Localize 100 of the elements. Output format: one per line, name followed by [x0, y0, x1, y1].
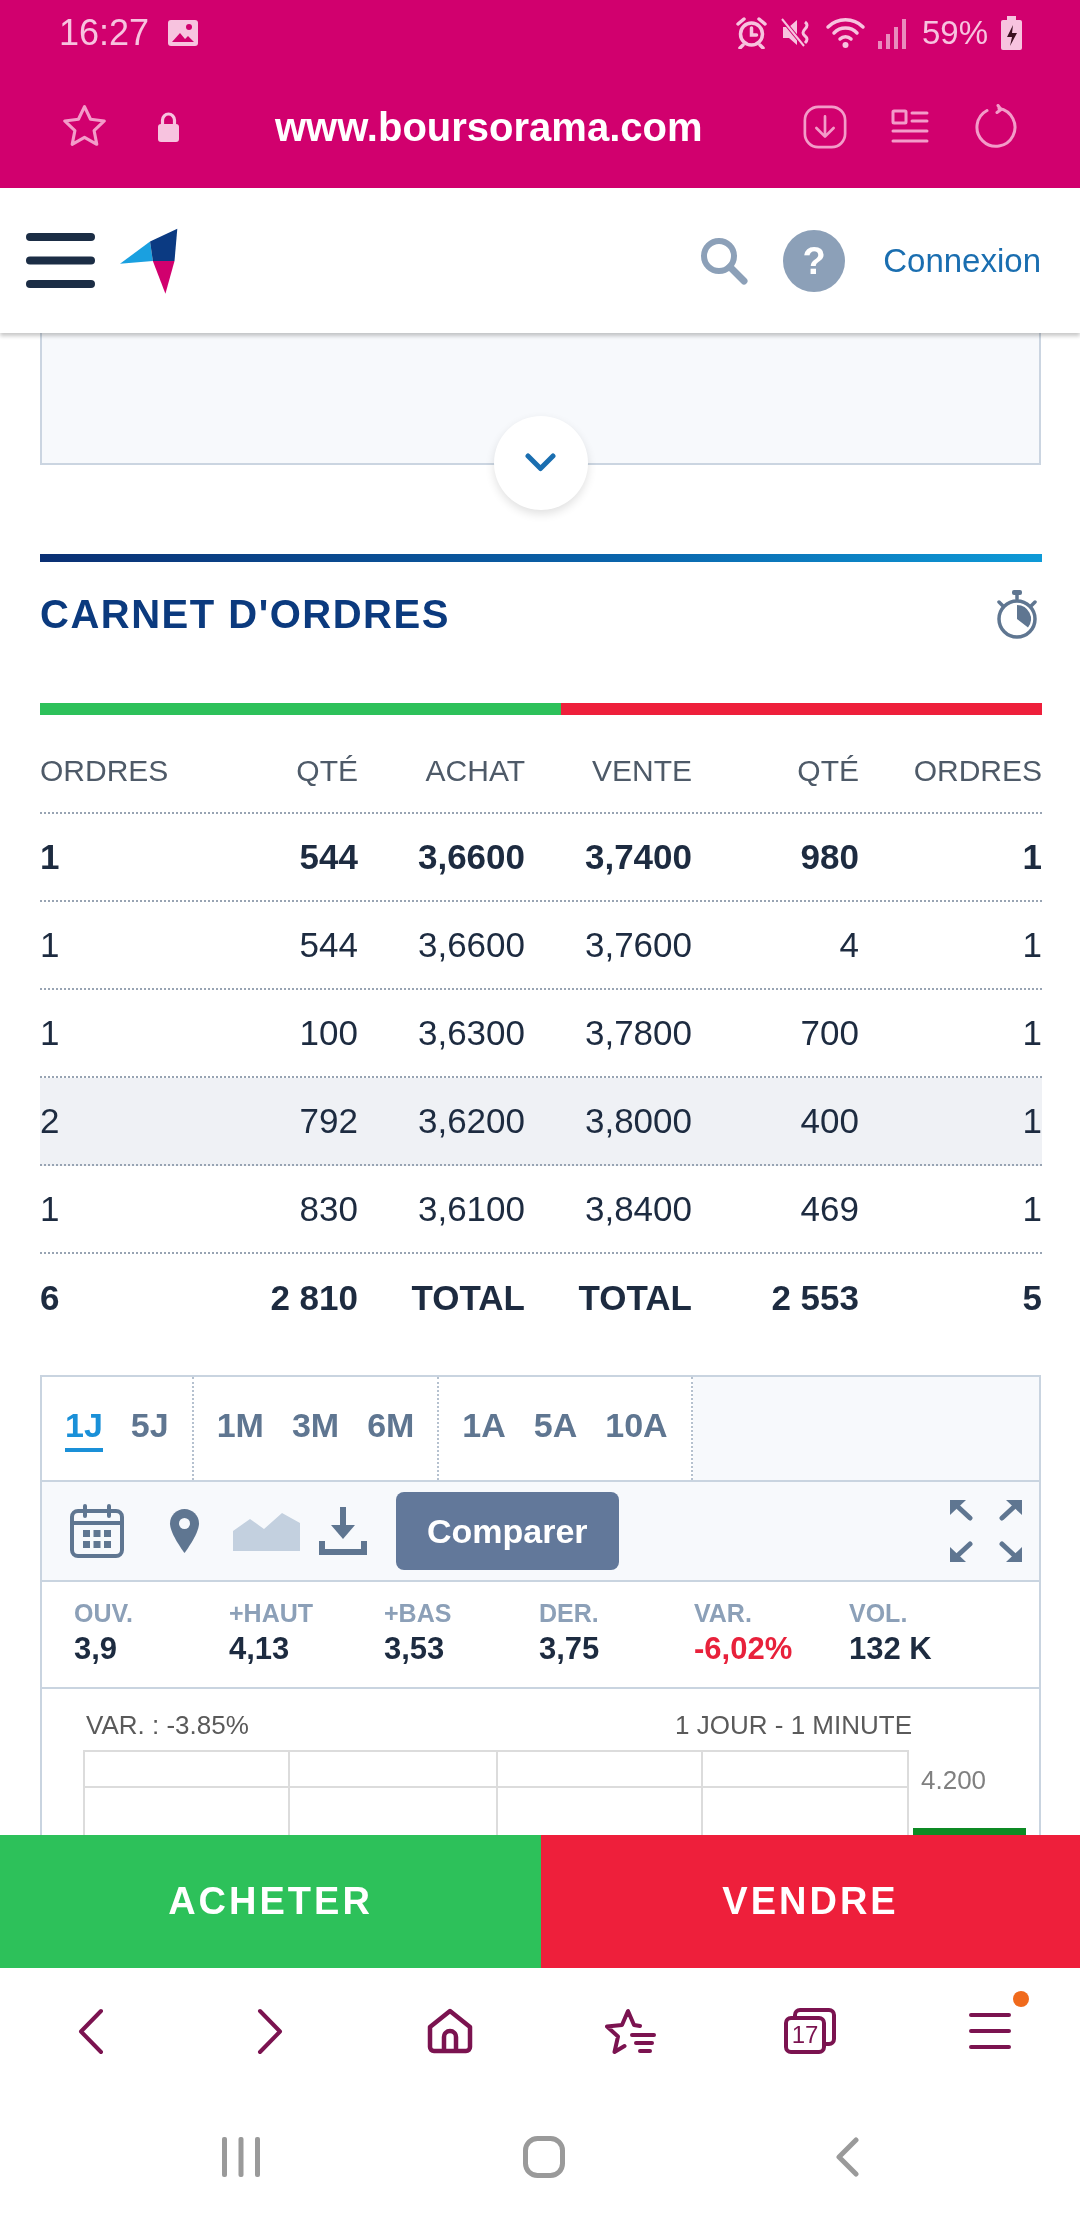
table-cell: 1 [40, 925, 60, 965]
period-tab[interactable]: 5J [130, 1377, 169, 1452]
table-cell: 3,6600 [417, 925, 525, 965]
table-cell: 3,6200 [417, 1101, 525, 1141]
alarm-icon [734, 16, 768, 49]
total-cell: 2 553 [771, 1278, 859, 1318]
table-cell: 3,8400 [584, 1189, 692, 1229]
table-cell: 3,7400 [584, 837, 692, 877]
stat-label: VOL. [849, 1598, 908, 1628]
column-header: ACHAT [425, 755, 525, 787]
table-cell: 1 [1022, 925, 1042, 965]
stat-label: +HAUT [229, 1598, 314, 1628]
buy-button[interactable]: ACHETER [0, 1835, 541, 1968]
column-header: ORDRES [913, 755, 1042, 787]
stat-value: 132 K [849, 1631, 932, 1667]
tabs-icon [784, 2008, 836, 2054]
table-cell: 4 [839, 925, 859, 965]
table-cell: 1 [1022, 837, 1042, 877]
total-cell: 6 [40, 1278, 60, 1318]
reader-icon[interactable] [891, 108, 929, 145]
help-button[interactable]: ? [783, 229, 846, 292]
stat-value: -6,02% [694, 1631, 793, 1667]
period-tab[interactable]: 3M [291, 1377, 340, 1452]
period-tab[interactable]: 1J [65, 1377, 103, 1452]
stopwatch-icon[interactable] [995, 588, 1039, 640]
total-cell: TOTAL [411, 1278, 525, 1318]
period-tab[interactable]: 10A [605, 1377, 668, 1452]
tabs-button[interactable]: 17 [784, 2008, 836, 2054]
expand-arrows-icon[interactable] [948, 1499, 1024, 1563]
total-cell: TOTAL [578, 1278, 692, 1318]
table-cell: 792 [299, 1101, 358, 1141]
table-cell: 1 [1022, 1101, 1042, 1141]
period-tab[interactable]: 1M [216, 1377, 264, 1452]
variation-label: VAR. : -3.85% [86, 1711, 249, 1739]
stat-label: +BAS [384, 1598, 452, 1628]
column-header: QTÉ [296, 755, 358, 787]
table-cell: 1 [1022, 1189, 1042, 1229]
table-cell: 1 [40, 1013, 60, 1053]
image-icon [167, 18, 200, 47]
table-cell: 3,6300 [417, 1013, 525, 1053]
stat-label: OUV. [74, 1598, 133, 1628]
total-cell: 2 810 [270, 1278, 358, 1318]
period-tab[interactable]: 6M [367, 1377, 415, 1452]
interval-label: 1 JOUR - 1 MINUTE [675, 1711, 912, 1739]
column-header: VENTE [591, 755, 692, 787]
table-cell: 3,7600 [584, 925, 692, 965]
table-cell: 544 [299, 837, 358, 877]
axis-tick-label: 4.200 [921, 1766, 987, 1794]
calendar-icon[interactable] [69, 1503, 125, 1559]
stat-label: VAR. [694, 1598, 752, 1628]
table-cell: 3,8000 [584, 1101, 692, 1141]
table-cell: 3,7800 [584, 1013, 692, 1053]
battery-percent: 59% [921, 12, 988, 53]
table-cell: 400 [800, 1101, 859, 1141]
recent-apps-icon[interactable] [221, 2137, 260, 2177]
menu-icon[interactable] [26, 233, 95, 288]
table-cell: 3,6600 [417, 837, 525, 877]
table-cell: 980 [800, 837, 859, 877]
chevron-down-icon [525, 453, 556, 473]
map-pin-icon[interactable] [169, 1508, 200, 1554]
search-icon[interactable] [700, 236, 750, 285]
table-cell: 544 [299, 925, 358, 965]
compare-button[interactable]: Comparer [396, 1492, 619, 1570]
download-icon[interactable] [317, 1505, 369, 1557]
table-cell: 830 [299, 1189, 358, 1229]
back-icon[interactable] [76, 2007, 104, 2055]
stat-value: 3,75 [539, 1631, 600, 1667]
sell-button[interactable]: VENDRE [541, 1835, 1080, 1968]
refresh-icon[interactable] [972, 103, 1018, 150]
column-header: QTÉ [797, 755, 859, 787]
stat-value: 3,53 [384, 1631, 445, 1667]
total-cell: 5 [1022, 1278, 1042, 1318]
url-text[interactable]: www.boursorama.com [275, 102, 703, 151]
home-icon[interactable] [427, 2008, 473, 2054]
table-cell: 100 [299, 1013, 358, 1053]
stat-label: DER. [539, 1598, 599, 1628]
logo-icon[interactable] [120, 227, 178, 294]
battery-charging-icon [1000, 15, 1023, 50]
forward-icon[interactable] [256, 2007, 284, 2055]
clock-time: 16:27 [59, 12, 150, 53]
table-cell: 2 [40, 1101, 60, 1141]
section-title: CARNET D'ORDRES [40, 591, 450, 637]
table-cell: 1 [40, 837, 60, 877]
bookmarks-icon[interactable] [604, 2007, 656, 2055]
table-cell: 3,6100 [417, 1189, 525, 1229]
signal-icon [877, 16, 906, 49]
lock-icon [157, 111, 180, 142]
download-icon[interactable] [802, 103, 848, 150]
table-cell: 700 [800, 1013, 859, 1053]
stat-value: 3,9 [74, 1631, 118, 1667]
login-link[interactable]: Connexion [883, 240, 1041, 281]
wifi-icon [824, 16, 866, 49]
stat-value: 4,13 [229, 1631, 290, 1667]
menu-icon[interactable] [969, 2012, 1011, 2050]
period-tab[interactable]: 1A [462, 1377, 506, 1452]
period-tab[interactable]: 5A [533, 1377, 578, 1452]
column-header: ORDRES [40, 755, 169, 787]
table-cell: 1 [40, 1189, 60, 1229]
table-cell: 1 [1022, 1013, 1042, 1053]
table-cell: 469 [800, 1189, 859, 1229]
